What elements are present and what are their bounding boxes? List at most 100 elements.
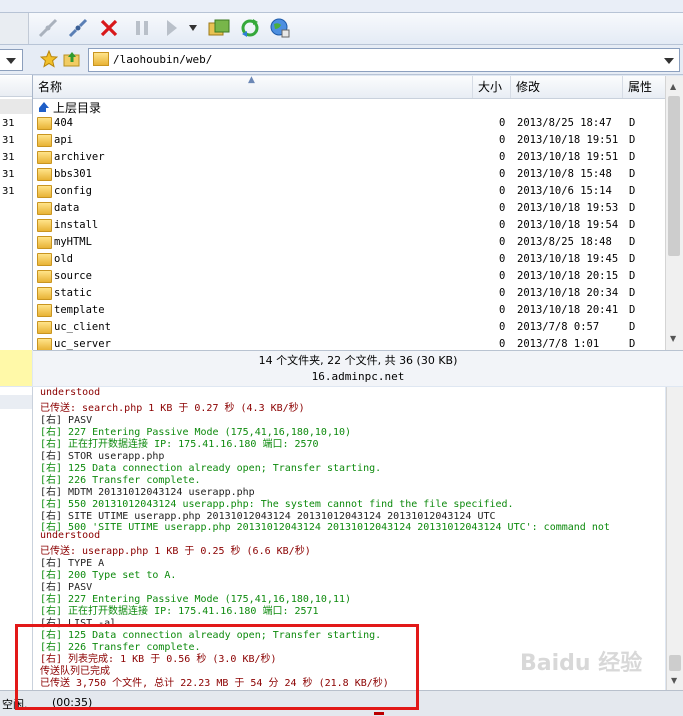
favorites-star-icon[interactable] (39, 49, 59, 71)
file-size: 0 (499, 185, 506, 197)
file-modified: 2013/7/8 0:57 (517, 321, 600, 333)
left-drive-select[interactable] (0, 49, 23, 71)
file-attr: D (629, 117, 636, 129)
log-line: understood (40, 530, 101, 542)
connect-icon[interactable] (36, 16, 60, 40)
file-modified: 2013/8/25 18:48 (517, 236, 612, 248)
left-date-cell: 31 (2, 169, 15, 180)
file-row[interactable]: data 0 2013/10/18 19:53 D (33, 201, 665, 218)
scroll-down-icon[interactable]: ▼ (671, 676, 677, 685)
file-modified: 2013/10/18 19:53 (517, 202, 619, 214)
server-name: 16.adminpc.net (33, 369, 683, 386)
file-modified: 2013/8/25 18:47 (517, 117, 612, 129)
file-name: myHTML (54, 236, 92, 248)
file-size: 0 (499, 117, 506, 129)
file-size: 0 (499, 287, 506, 299)
file-size: 0 (499, 202, 506, 214)
pause-icon[interactable] (130, 16, 154, 40)
folder-icon (37, 117, 52, 130)
left-date-cell: 31 (2, 152, 15, 163)
file-row[interactable]: install 0 2013/10/18 19:54 D (33, 218, 665, 235)
file-size: 0 (499, 321, 506, 333)
scroll-thumb[interactable] (668, 96, 680, 256)
file-size: 0 (499, 236, 506, 248)
file-name: api (54, 134, 73, 146)
file-name: bbs301 (54, 168, 92, 180)
left-toolbar-area (0, 13, 29, 44)
folder-icon (37, 185, 52, 198)
file-attr: D (629, 270, 636, 282)
left-date-cell: 31 (2, 118, 15, 129)
file-name: old (54, 253, 73, 265)
file-modified: 2013/10/6 15:14 (517, 185, 612, 197)
disconnect-icon[interactable] (66, 16, 90, 40)
file-size: 0 (499, 219, 506, 231)
file-modified: 2013/10/18 19:54 (517, 219, 619, 231)
file-modified: 2013/10/18 20:34 (517, 287, 619, 299)
left-pane-header (0, 76, 32, 97)
file-name: static (54, 287, 92, 299)
file-size: 0 (499, 151, 506, 163)
highlight-box (15, 624, 419, 710)
file-name: source (54, 270, 92, 282)
refresh-icon[interactable] (238, 16, 262, 40)
file-size: 0 (499, 253, 506, 265)
file-size: 0 (499, 168, 506, 180)
file-row[interactable]: myHTML 0 2013/8/25 18:48 D (33, 235, 665, 252)
left-date-cell: 31 (2, 186, 15, 197)
parent-dir-row[interactable]: 上层目录 (33, 98, 665, 116)
folder-icon (93, 52, 109, 66)
folder-icon (37, 168, 52, 181)
file-row[interactable]: api 0 2013/10/18 19:51 D (33, 133, 665, 150)
file-row[interactable]: archiver 0 2013/10/18 19:51 D (33, 150, 665, 167)
scroll-down-icon[interactable]: ▼ (670, 334, 676, 343)
chevron-down-icon[interactable] (186, 16, 200, 40)
chevron-down-icon[interactable] (663, 57, 675, 65)
file-attr: D (629, 338, 636, 350)
path-input[interactable]: /laohoubin/web/ (88, 48, 680, 72)
sort-arrow-icon: ▲ (248, 75, 255, 85)
transfer-queue-icon[interactable] (207, 16, 231, 40)
left-pane-row-selected[interactable] (0, 99, 32, 114)
path-text: /laohoubin/web/ (113, 53, 213, 66)
file-modified: 2013/10/18 20:41 (517, 304, 619, 316)
file-attr: D (629, 151, 636, 163)
file-modified: 2013/10/8 15:48 (517, 168, 612, 180)
file-row[interactable]: old 0 2013/10/18 19:45 D (33, 252, 665, 269)
file-size: 0 (499, 304, 506, 316)
file-summary: 14 个文件夹, 22 个文件, 共 36 (30 KB) (33, 350, 683, 370)
globe-icon[interactable] (268, 16, 292, 40)
file-name: archiver (54, 151, 105, 163)
folder-icon (37, 151, 52, 164)
up-folder-icon[interactable] (63, 50, 81, 71)
log-scrollbar[interactable]: ▼ (666, 387, 683, 690)
file-attr: D (629, 253, 636, 265)
up-arrow-icon (39, 102, 49, 112)
log-line: understood (40, 387, 101, 398)
scroll-up-icon[interactable]: ▲ (670, 82, 676, 91)
folder-icon (37, 304, 52, 317)
file-modified: 2013/10/18 20:15 (517, 270, 619, 282)
file-attr: D (629, 168, 636, 180)
file-attr: D (629, 134, 636, 146)
file-row[interactable]: source 0 2013/10/18 20:15 D (33, 269, 665, 286)
column-size[interactable]: 大小 (473, 76, 511, 98)
file-row[interactable]: config 0 2013/10/6 15:14 D (33, 184, 665, 201)
column-modified[interactable]: 修改 (511, 76, 623, 98)
column-attr[interactable]: 属性 (623, 76, 665, 98)
log-left-header (0, 395, 32, 409)
stop-icon[interactable] (97, 16, 121, 40)
file-row[interactable]: bbs301 0 2013/10/8 15:48 D (33, 167, 665, 184)
file-name: data (54, 202, 80, 214)
file-row[interactable]: static 0 2013/10/18 20:34 D (33, 286, 665, 303)
file-attr: D (629, 304, 636, 316)
file-row[interactable]: template 0 2013/10/18 20:41 D (33, 303, 665, 320)
play-icon[interactable] (160, 16, 184, 40)
file-attr: D (629, 219, 636, 231)
folder-icon (37, 219, 52, 232)
log-scroll-thumb[interactable] (669, 655, 681, 671)
file-row[interactable]: uc_client 0 2013/7/8 0:57 D (33, 320, 665, 337)
file-row[interactable]: 404 0 2013/8/25 18:47 D (33, 116, 665, 133)
file-list-scrollbar[interactable]: ▲ ▼ (665, 76, 683, 350)
left-date-cell: 31 (2, 135, 15, 146)
